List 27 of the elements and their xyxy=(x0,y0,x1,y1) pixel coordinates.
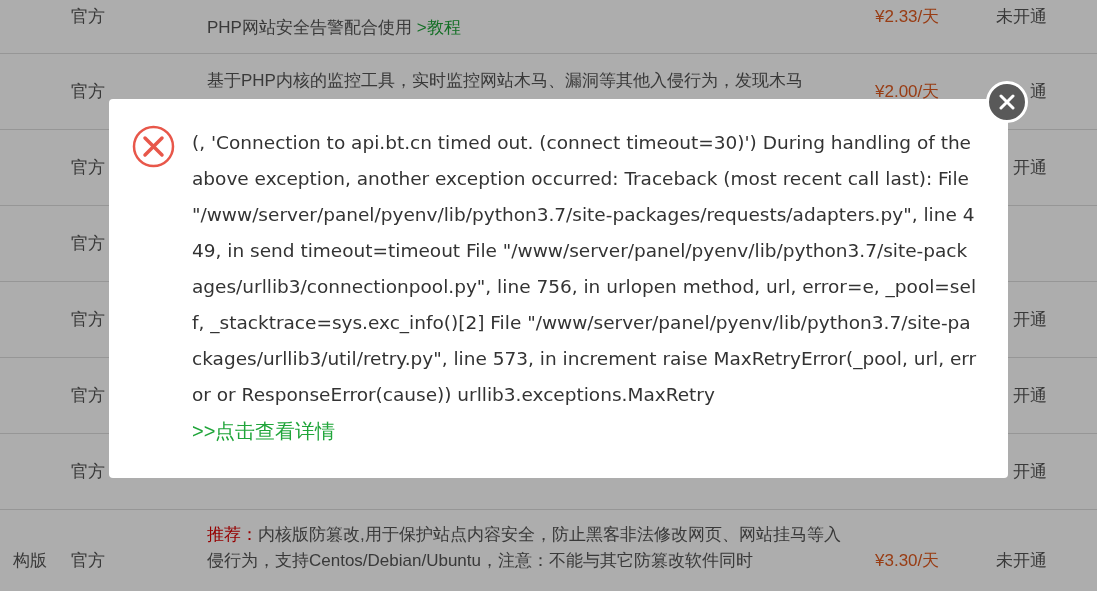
status-text: 未开通 xyxy=(996,550,1048,572)
table-cell-text: 官方 xyxy=(70,308,106,331)
status-text: 开通 xyxy=(1013,156,1048,179)
table-cell-text: 官方 xyxy=(70,232,106,255)
price-text: ¥2.00/天 xyxy=(874,80,941,103)
price-text: ¥3.30/天 xyxy=(874,550,941,572)
description-text: 推荐：内核版防篡改,用于保护站点内容安全，防止黑客非法修改网页、网站挂马等入侵行为，支持Centos/Debian/Ubuntu，注意：不能与其它防篡改软件同时 xyxy=(206,524,842,572)
details-link[interactable]: >>点击查看详情 xyxy=(192,413,336,449)
status-text: 开通 xyxy=(1013,460,1048,483)
description-text: PHP网站安全告警配合使用 >教程 xyxy=(206,17,462,39)
error-icon xyxy=(132,125,175,168)
table-cell-text: 官方 xyxy=(70,6,106,28)
close-icon xyxy=(999,94,1015,110)
table-cell-text: 官方 xyxy=(70,384,106,407)
status-text: 通 xyxy=(1030,80,1048,103)
status-text: 未开通 xyxy=(996,6,1048,28)
table-cell-text: 构版 xyxy=(13,550,48,572)
table-cell-text: 官方 xyxy=(70,156,106,179)
price-text: ¥2.33/天 xyxy=(874,6,941,28)
description-text: 基于PHP内核的监控工具，实时监控网站木马、漏洞等其他入侵行为，发现木马 xyxy=(206,70,804,92)
table-cell-text: 官方 xyxy=(70,460,106,483)
error-message: (, 'Connection to api.bt.cn timed out. (connect timeout=30)') During handling of the above exception, another exception occurred: Traceback (most recent call last): File "/www/server/panel/pyenv/lib/python3.7/site-packages/requests/adapters.py", line 449, in send timeout=timeout File "/www/server/panel/pyenv/lib/python3.7/site-packages/urllib3/connectionpool.py", line 756, in urlopen method, url, error=e, _pool=self, _stacktrace=sys.exc_info()[2] File "/www/server/panel/pyenv/lib/python3.7/site-packages/urllib3/util/retry.py", line 573, in increment raise MaxRetryError(_pool, url, error or ResponseError(cause)) urllib3.exceptions.MaxRetry xyxy=(192,131,978,407)
tutorial-link[interactable]: >教程 xyxy=(416,18,461,37)
table-cell-text: 官方 xyxy=(70,550,106,572)
status-text: 开通 xyxy=(1013,308,1048,331)
table-cell-text: 官方 xyxy=(70,80,106,103)
status-text: 开通 xyxy=(1013,384,1048,407)
